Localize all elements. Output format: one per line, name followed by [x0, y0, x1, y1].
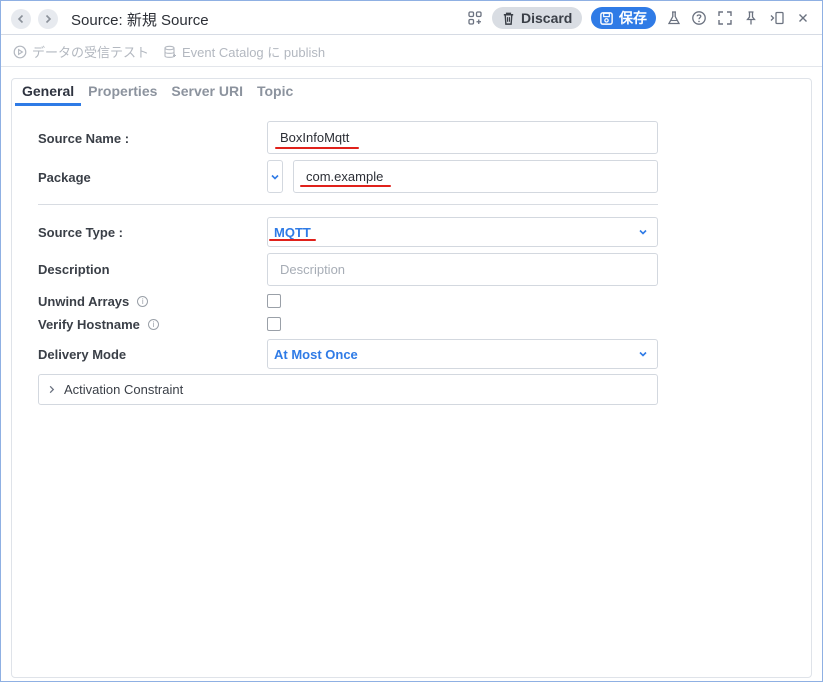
chevron-down-icon — [639, 351, 647, 357]
unwind-arrays-checkbox[interactable] — [267, 294, 281, 308]
source-name-label: Source Name : — [38, 131, 130, 146]
verify-hostname-checkbox[interactable] — [267, 317, 281, 331]
package-dropdown-button[interactable] — [267, 160, 283, 193]
apps-add-icon[interactable] — [466, 9, 484, 27]
tab-topic[interactable]: Topic — [250, 82, 300, 106]
discard-button[interactable]: Discard — [492, 7, 582, 29]
title-bar: Source: 新規 Source Discard 保存 — [1, 1, 822, 35]
save-button[interactable]: 保存 — [591, 7, 656, 29]
publish-label: Event Catalog に publish — [182, 45, 326, 60]
section-divider — [38, 204, 658, 205]
trash-icon — [503, 12, 514, 25]
forward-button[interactable] — [38, 9, 58, 29]
description-input[interactable]: Description — [267, 253, 658, 286]
fullscreen-icon[interactable] — [716, 9, 734, 27]
panel-icon[interactable] — [768, 9, 786, 27]
source-name-input[interactable]: BoxInfoMqtt — [267, 121, 658, 154]
description-placeholder: Description — [280, 262, 346, 277]
action-toolbar: データの受信テスト Event Catalog に publish — [1, 36, 822, 67]
editor-window: Source: 新規 Source Discard 保存 データの受信テスト E… — [0, 0, 823, 682]
window-title: Source: 新規 Source — [71, 12, 209, 29]
delivery-mode-select[interactable]: At Most Once — [267, 339, 658, 369]
tab-server-uri[interactable]: Server URI — [164, 82, 250, 106]
chevron-down-icon — [271, 174, 279, 180]
unwind-arrays-text: Unwind Arrays — [38, 294, 130, 309]
activation-constraint-toggle[interactable]: Activation Constraint — [38, 374, 658, 405]
verify-hostname-text: Verify Hostname — [38, 317, 140, 332]
tab-bar: General Properties Server URI Topic — [15, 82, 300, 106]
info-icon[interactable]: i — [147, 319, 159, 330]
chevron-left-icon — [17, 14, 24, 24]
activation-constraint-label: Activation Constraint — [64, 382, 184, 397]
tab-properties[interactable]: Properties — [81, 82, 164, 106]
save-icon — [600, 11, 613, 25]
source-type-value: MQTT — [274, 224, 311, 240]
help-icon[interactable] — [690, 9, 708, 27]
play-circle-icon — [13, 45, 27, 58]
test-receive-button[interactable]: データの受信テスト — [13, 42, 149, 61]
tab-general[interactable]: General — [15, 82, 82, 106]
source-name-value: BoxInfoMqtt — [280, 130, 350, 145]
info-icon[interactable]: i — [137, 296, 149, 307]
test-receive-label: データの受信テスト — [32, 45, 150, 60]
chevron-right-icon — [45, 14, 52, 24]
save-label: 保存 — [619, 10, 647, 26]
delivery-mode-value: At Most Once — [274, 346, 358, 362]
pin-icon[interactable] — [742, 9, 760, 27]
verify-hostname-label: Verify Hostname i — [38, 317, 159, 332]
package-underline — [300, 185, 391, 187]
source-type-label: Source Type : — [38, 225, 124, 240]
package-value: com.example — [306, 169, 384, 184]
chevron-down-icon — [639, 229, 647, 235]
unwind-arrays-label: Unwind Arrays i — [38, 294, 149, 309]
delivery-mode-label: Delivery Mode — [38, 347, 127, 362]
source-type-underline — [269, 239, 316, 241]
database-icon — [164, 45, 176, 58]
close-icon[interactable] — [794, 9, 812, 27]
discard-label: Discard — [521, 10, 573, 26]
back-button[interactable] — [11, 9, 31, 29]
description-label: Description — [38, 262, 110, 277]
source-type-select[interactable]: MQTT — [267, 217, 658, 247]
source-name-underline — [275, 147, 359, 149]
chevron-right-small-icon — [49, 385, 55, 394]
package-input[interactable]: com.example — [293, 160, 658, 193]
publish-button[interactable]: Event Catalog に publish — [163, 42, 325, 61]
package-label: Package — [38, 170, 91, 185]
flask-icon[interactable] — [665, 9, 683, 27]
